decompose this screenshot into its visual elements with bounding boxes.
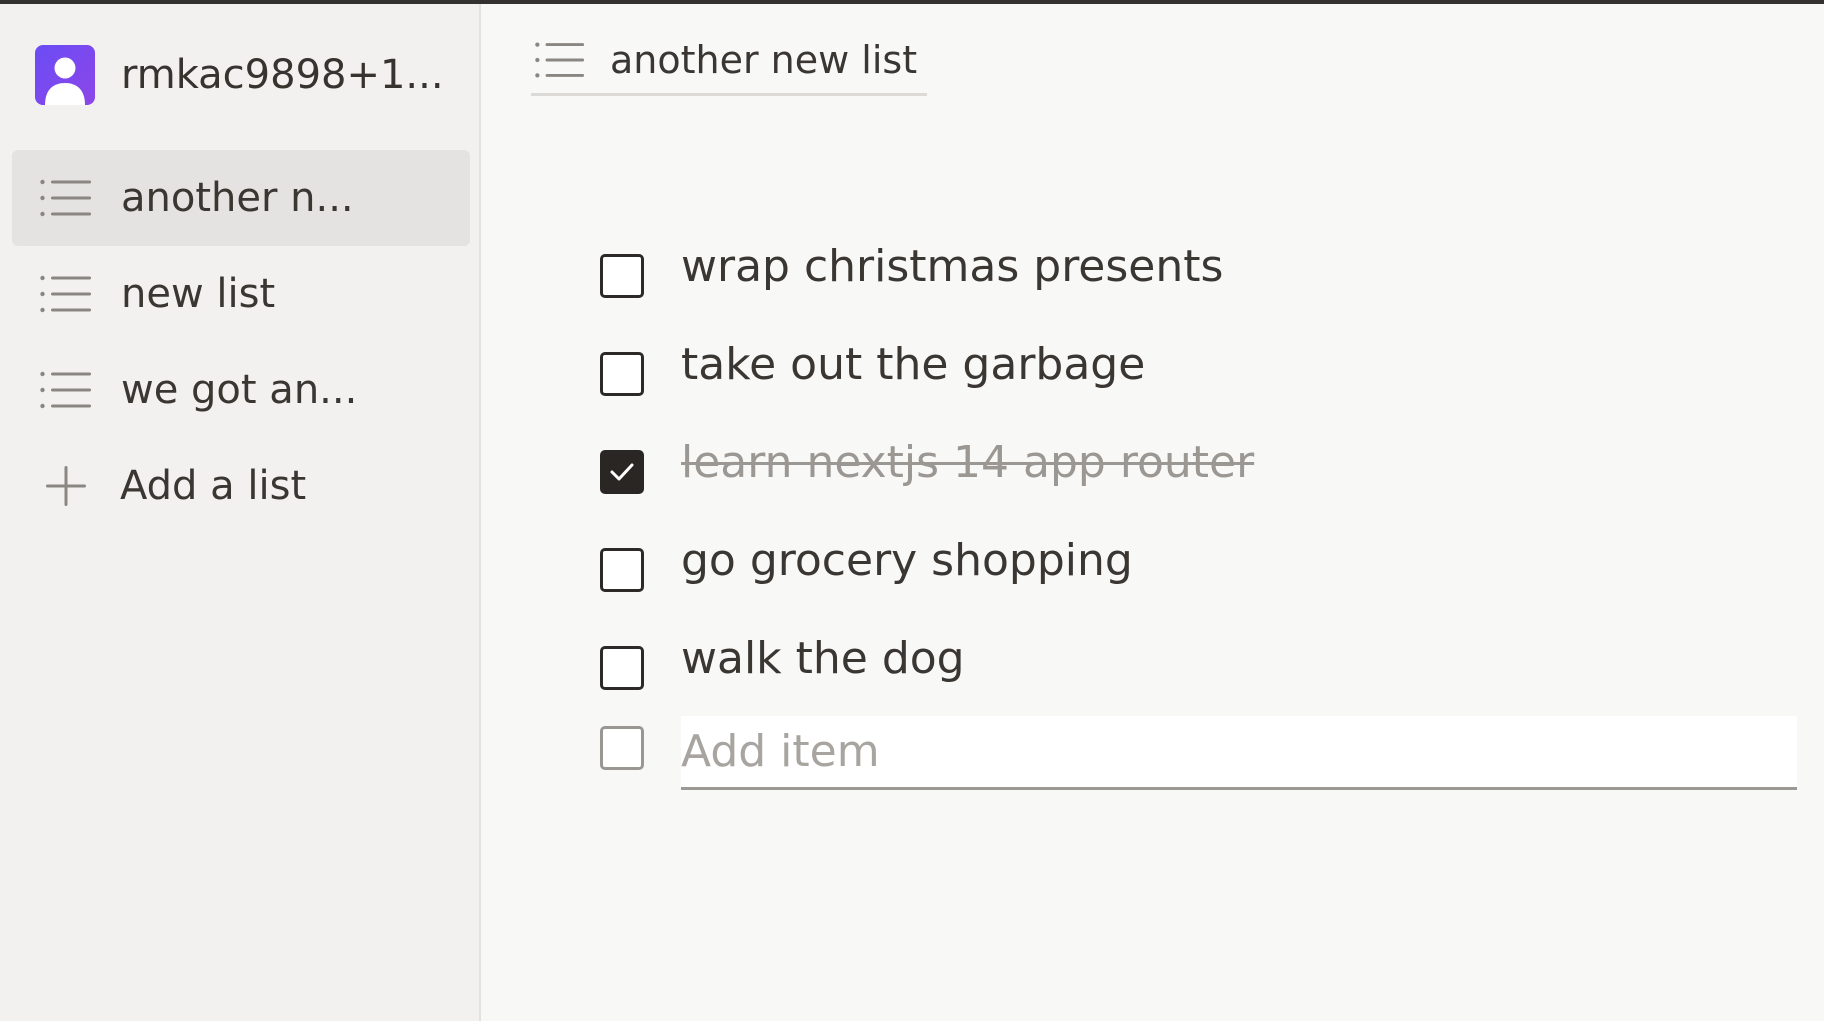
todo-text[interactable]: walk the dog	[681, 626, 965, 692]
list-title: another new list	[610, 37, 918, 82]
list-title-field[interactable]: another new list	[531, 26, 927, 96]
todo-text[interactable]: take out the garbage	[681, 332, 1145, 398]
todo-checkbox[interactable]	[600, 646, 644, 690]
user-icon	[45, 57, 85, 105]
todo-checkbox[interactable]	[600, 254, 644, 298]
todo-item: learn nextjs 14 app router	[600, 422, 1810, 520]
sidebar: rmkac9898+1... another n... new list we …	[0, 4, 481, 1021]
todo-item: walk the dog	[600, 618, 1810, 716]
checkmark-icon	[610, 463, 634, 481]
sidebar-item-label: we got an...	[121, 367, 358, 413]
list-icon	[40, 179, 91, 217]
sidebar-item-label: new list	[121, 271, 276, 317]
todo-text-completed[interactable]: learn nextjs 14 app router	[681, 430, 1254, 496]
plus-icon	[46, 466, 86, 506]
todo-checkbox-checked[interactable]	[600, 450, 644, 494]
todo-checkbox[interactable]	[600, 548, 644, 592]
add-item-row	[600, 716, 1810, 804]
avatar	[35, 45, 95, 105]
todo-text[interactable]: wrap christmas presents	[681, 234, 1223, 300]
todo-item: go grocery shopping	[600, 520, 1810, 618]
add-item-checkbox	[600, 726, 644, 770]
sidebar-nav: another n... new list we got an... Add a…	[12, 150, 470, 534]
list-icon	[535, 41, 585, 78]
sidebar-item-new-list[interactable]: new list	[12, 246, 470, 342]
list-icon	[40, 371, 91, 409]
sidebar-item-label: another n...	[121, 175, 354, 221]
add-list-button[interactable]: Add a list	[12, 438, 470, 534]
todo-item: wrap christmas presents	[600, 226, 1810, 324]
sidebar-item-another-new-list[interactable]: another n...	[12, 150, 470, 246]
account-name: rmkac9898+1...	[121, 52, 444, 98]
sidebar-item-we-got-an[interactable]: we got an...	[12, 342, 470, 438]
list-icon	[40, 275, 91, 313]
todo-list: wrap christmas presents take out the gar…	[600, 226, 1810, 804]
main-panel: another new list wrap christmas presents…	[481, 4, 1824, 1021]
add-item-input[interactable]	[681, 716, 1797, 790]
todo-text[interactable]: go grocery shopping	[681, 528, 1133, 594]
add-list-label: Add a list	[120, 463, 307, 509]
account-switcher[interactable]: rmkac9898+1...	[35, 42, 444, 108]
todo-item: take out the garbage	[600, 324, 1810, 422]
todo-checkbox[interactable]	[600, 352, 644, 396]
